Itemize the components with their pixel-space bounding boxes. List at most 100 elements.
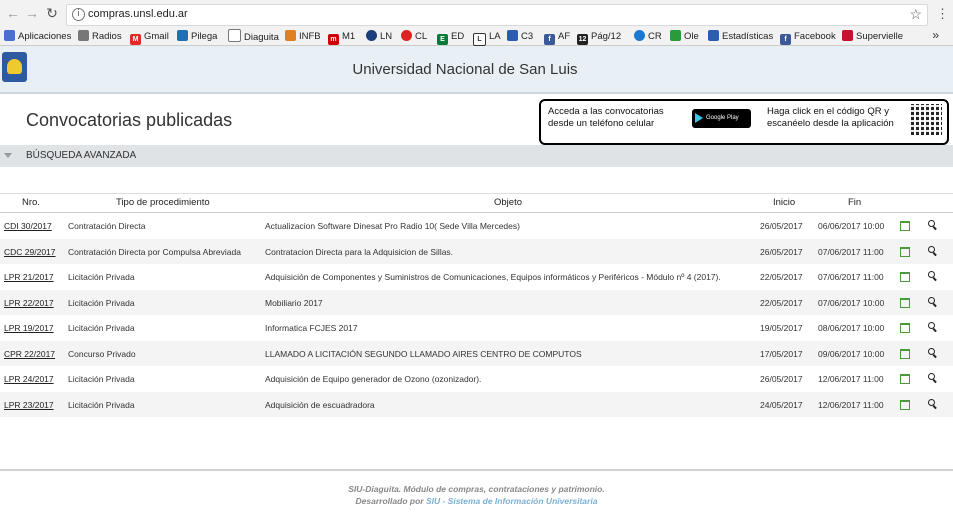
- header-inicio: Inicio: [773, 197, 796, 208]
- view-details-icon[interactable]: [928, 296, 935, 304]
- bookmark-star-icon[interactable]: ☆: [909, 6, 922, 23]
- row-objeto: Adquisición de Equipo generador de Ozono…: [265, 374, 482, 384]
- row-nro-link[interactable]: CDC 29/2017: [4, 247, 56, 257]
- footer-divider: [0, 469, 953, 471]
- header-objeto: Objeto: [494, 197, 522, 208]
- bookmark-supervielle[interactable]: Supervielle: [842, 29, 903, 44]
- calendar-icon[interactable]: [900, 297, 910, 308]
- calendar-icon[interactable]: [900, 348, 910, 359]
- page-title: Convocatorias publicadas: [26, 110, 233, 130]
- row-nro-link[interactable]: CPR 22/2017: [4, 349, 55, 359]
- bookmark-pag12[interactable]: 12 Pág/12: [577, 29, 621, 45]
- row-nro-link[interactable]: LPR 24/2017: [4, 374, 54, 384]
- m1-icon: m: [328, 34, 339, 45]
- calendar-icon[interactable]: [900, 399, 910, 410]
- c3-icon: [507, 30, 518, 41]
- view-details-icon[interactable]: [928, 347, 935, 355]
- row-tipo: Licitación Privada: [68, 272, 135, 282]
- calendar-icon[interactable]: [900, 272, 910, 282]
- table-body: CDI 30/2017 Contratación Directa Actualiza…: [0, 213, 953, 417]
- row-objeto: Adquisición de Componentes y Suministros…: [265, 272, 721, 282]
- cr-icon: [634, 30, 645, 41]
- table-row: CPR 22/2017 Concurso Privado LLAMADO A LIC…: [0, 340, 953, 366]
- ln-icon: [366, 30, 377, 41]
- bookmark-cr[interactable]: CR: [634, 29, 662, 44]
- row-nro-link[interactable]: LPR 19/2017: [4, 323, 54, 333]
- bookmark-gmail[interactable]: M Gmail: [130, 29, 169, 45]
- row-inicio: 24/05/2017: [760, 399, 803, 410]
- page-icon: [228, 29, 241, 42]
- row-fin: 12/06/2017 11:00: [818, 399, 884, 410]
- info-icon[interactable]: i: [72, 8, 85, 21]
- row-fin: 09/06/2017 10:00: [818, 348, 885, 359]
- bookmark-ln[interactable]: LN: [366, 29, 392, 44]
- forward-icon[interactable]: →: [24, 5, 40, 21]
- row-fin: 12/06/2017 11:00: [818, 374, 884, 384]
- bookmark-af[interactable]: f AF: [544, 29, 570, 45]
- table-row: LPR 24/2017 Licitación Privada Adquisición…: [0, 366, 953, 392]
- browser-menu-icon[interactable]: ⋮: [936, 6, 949, 22]
- table-row: LPR 23/2017 Licitación Privada Adquisición…: [0, 391, 953, 417]
- calendar-icon[interactable]: [900, 323, 910, 333]
- bookmark-ole[interactable]: Ole: [670, 29, 699, 44]
- view-details-icon[interactable]: [928, 220, 935, 227]
- row-inicio: 26/05/2017: [760, 374, 803, 384]
- row-tipo: Contratación Directa por Compulsa Abrevi…: [68, 246, 241, 257]
- bookmarks-overflow-icon[interactable]: »: [932, 28, 939, 42]
- view-details-icon[interactable]: [928, 245, 935, 253]
- header-fin: Fin: [848, 197, 862, 208]
- row-objeto: LLAMADO A LICITACIÓN SEGUNDO LLAMADO AIR…: [265, 348, 582, 359]
- bookmark-aplicaciones[interactable]: Aplicaciones: [4, 29, 71, 44]
- row-nro-link[interactable]: LPR 22/2017: [4, 298, 54, 308]
- row-inicio: 22/05/2017: [760, 272, 803, 282]
- row-fin: 06/06/2017 10:00: [818, 221, 885, 231]
- calendar-icon[interactable]: [900, 246, 910, 257]
- bookmark-estadisticas[interactable]: Estadísticas: [708, 29, 773, 44]
- bookmark-la[interactable]: L LA: [473, 29, 501, 46]
- address-bar[interactable]: i compras.unsl.edu.ar ☆: [66, 4, 928, 26]
- calendar-icon[interactable]: [900, 374, 910, 384]
- bookmark-diaguita[interactable]: Diaguita: [228, 29, 279, 44]
- la-icon: L: [473, 33, 486, 46]
- header-nro: Nro.: [22, 197, 40, 208]
- bookmark-c3[interactable]: C3: [507, 29, 533, 44]
- advanced-search-toggle[interactable]: BÚSQUEDA AVANZADA: [0, 145, 953, 167]
- bookmark-pilega[interactable]: Pilega: [177, 29, 217, 44]
- apps-icon: [4, 30, 15, 41]
- back-icon[interactable]: ←: [5, 5, 21, 21]
- bookmark-infb[interactable]: INFB: [285, 29, 321, 44]
- view-details-icon[interactable]: [928, 373, 935, 380]
- row-objeto: Informatica FCJES 2017: [265, 323, 358, 333]
- qr-code[interactable]: [911, 104, 942, 135]
- view-details-icon[interactable]: [928, 271, 935, 278]
- url-text[interactable]: compras.unsl.edu.ar: [88, 8, 188, 20]
- row-nro-link[interactable]: CDI 30/2017: [4, 221, 52, 231]
- row-nro-link[interactable]: LPR 23/2017: [4, 400, 54, 410]
- bookmark-m1[interactable]: m M1: [328, 29, 355, 45]
- cl-icon: [401, 30, 412, 41]
- bookmark-radios[interactable]: Radios: [78, 29, 122, 44]
- pag12-icon: 12: [577, 34, 588, 45]
- view-details-icon[interactable]: [928, 322, 935, 329]
- row-inicio: 19/05/2017: [760, 323, 803, 333]
- af-icon: f: [544, 34, 555, 45]
- header-tipo: Tipo de procedimiento: [116, 197, 210, 208]
- row-nro-link[interactable]: LPR 21/2017: [4, 272, 54, 282]
- browser-toolbar: ← → ↻ i compras.unsl.edu.ar ☆ ⋮: [0, 0, 953, 28]
- bookmark-cl[interactable]: CL: [401, 29, 427, 44]
- infb-icon: [285, 30, 296, 41]
- footer-line1: SIU-Diaguita. Módulo de compras, contrat…: [348, 484, 605, 494]
- gmail-icon: M: [130, 34, 141, 45]
- bookmark-facebook[interactable]: f Facebook: [780, 29, 836, 45]
- table-row: CDC 29/2017 Contratación Directa por Comp…: [0, 238, 953, 264]
- row-inicio: 17/05/2017: [760, 348, 803, 359]
- reload-icon[interactable]: ↻: [44, 5, 60, 21]
- facebook-icon: f: [780, 34, 791, 45]
- siu-link[interactable]: SIU - Sistema de Información Universitar…: [426, 496, 597, 506]
- calendar-icon[interactable]: [900, 221, 910, 231]
- row-objeto: Adquisición de escuadradora: [265, 399, 375, 410]
- bookmark-ed[interactable]: E ED: [437, 29, 464, 45]
- google-play-badge[interactable]: Google Play: [692, 109, 751, 128]
- view-details-icon[interactable]: [928, 398, 935, 406]
- calls-table: Nro. Tipo de procedimiento Objeto Inicio…: [0, 193, 953, 417]
